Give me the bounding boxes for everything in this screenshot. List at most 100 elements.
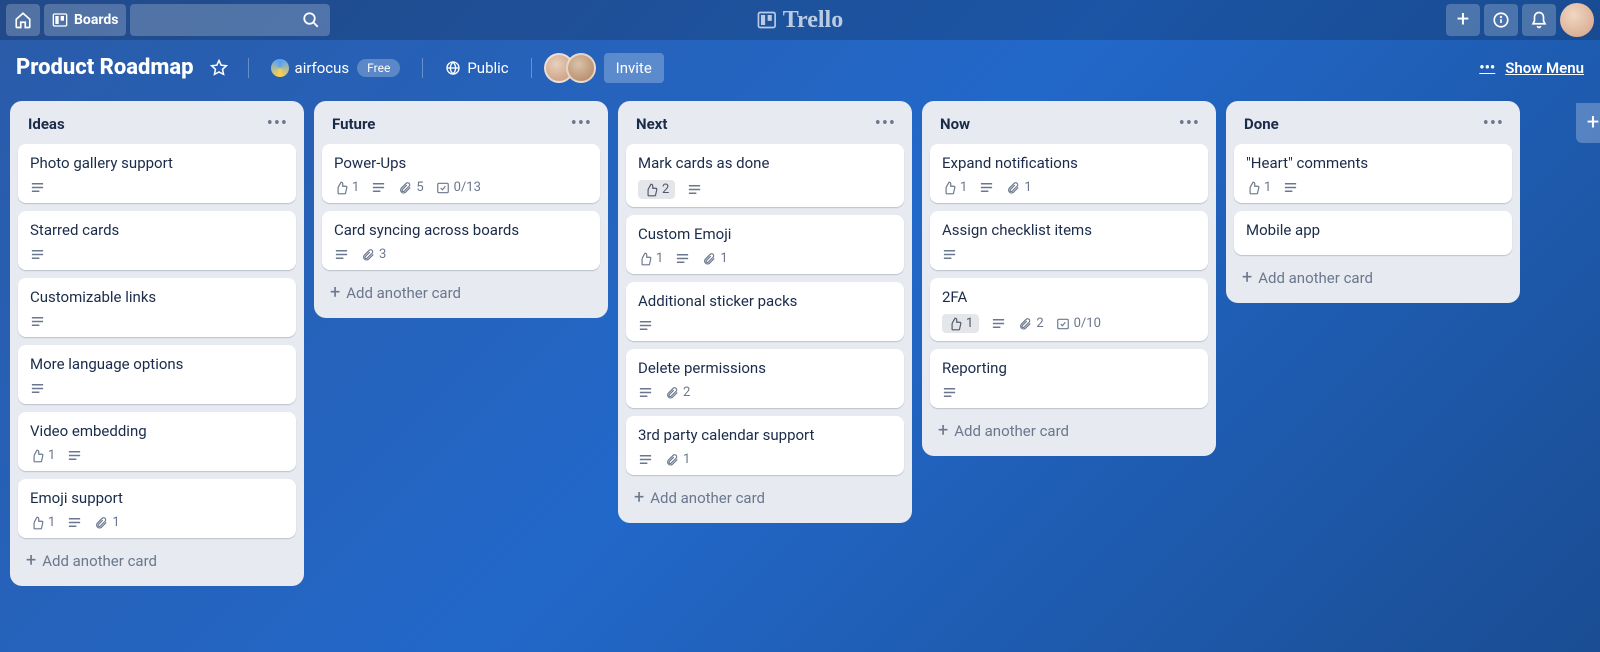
card-badges: 11 (638, 251, 892, 266)
plus-icon: + (938, 422, 948, 440)
bell-icon (1530, 11, 1548, 29)
list-menu-button[interactable]: ••• (267, 113, 288, 134)
badge-vote: 2 (638, 180, 675, 199)
list-menu-button[interactable]: ••• (1179, 113, 1200, 134)
desc-icon (30, 180, 45, 195)
search-input[interactable] (130, 4, 330, 36)
card-title: Reporting (942, 359, 1196, 377)
card[interactable]: Additional sticker packs (626, 282, 904, 341)
badge-desc (30, 381, 45, 396)
notifications-button[interactable] (1522, 4, 1556, 36)
card-title: Starred cards (30, 221, 284, 239)
badge-desc (334, 247, 349, 262)
vote-icon (638, 252, 652, 266)
list: Next•••Mark cards as done2Custom Emoji11… (618, 101, 912, 523)
badge-desc (67, 515, 82, 530)
add-card-button[interactable]: +Add another card (1234, 263, 1512, 293)
list-title[interactable]: Ideas (28, 115, 65, 133)
list-menu-button[interactable]: ••• (875, 113, 896, 134)
badge-value: 1 (352, 180, 359, 195)
card[interactable]: Mobile app (1234, 211, 1512, 255)
card-title: Additional sticker packs (638, 292, 892, 310)
card[interactable]: Mark cards as done2 (626, 144, 904, 207)
badge-desc (30, 314, 45, 329)
topbar-right: + (1446, 3, 1594, 37)
list-title[interactable]: Done (1244, 115, 1279, 133)
list-title[interactable]: Now (940, 115, 970, 133)
add-card-button[interactable]: +Add another card (322, 278, 600, 308)
badge-desc (638, 385, 653, 400)
card[interactable]: Emoji support11 (18, 479, 296, 538)
vote-icon (334, 181, 348, 195)
list-header: Done ••• (1234, 111, 1512, 136)
card[interactable]: Delete permissions 2 (626, 349, 904, 408)
badge-value: 1 (966, 316, 973, 331)
add-card-label: Add another card (1258, 269, 1373, 287)
board-members[interactable] (544, 53, 596, 83)
visibility-button[interactable]: Public (435, 51, 518, 85)
badge-value: 1 (112, 515, 119, 530)
card-badges (30, 381, 284, 396)
badge-value: 1 (1024, 180, 1031, 195)
team-button[interactable]: airfocus Free (261, 51, 411, 85)
badge-desc (67, 448, 82, 463)
card-title: Video embedding (30, 422, 284, 440)
badge-attach: 1 (702, 251, 727, 266)
card[interactable]: Reporting (930, 349, 1208, 408)
desc-icon (1283, 180, 1298, 195)
badge-attach: 3 (361, 247, 386, 262)
desc-icon (638, 452, 653, 467)
star-icon (210, 59, 228, 77)
card[interactable]: Card syncing across boards 3 (322, 211, 600, 270)
badge-vote: 1 (638, 251, 663, 266)
add-card-button[interactable]: +Add another card (18, 546, 296, 576)
add-card-button[interactable]: +Add another card (930, 416, 1208, 446)
info-button[interactable] (1484, 4, 1518, 36)
add-card-button[interactable]: +Add another card (626, 483, 904, 513)
badge-desc (638, 452, 653, 467)
badge-desc (942, 385, 957, 400)
card[interactable]: 2FA120/10 (930, 278, 1208, 341)
home-button[interactable] (6, 4, 40, 36)
card-badges: 1 (1246, 180, 1500, 195)
card[interactable]: Starred cards (18, 211, 296, 270)
user-avatar[interactable] (1560, 3, 1594, 37)
badge-desc (371, 180, 386, 195)
plus-icon: + (26, 552, 36, 570)
vote-icon (30, 449, 44, 463)
board-title[interactable]: Product Roadmap (16, 55, 194, 80)
invite-button[interactable]: Invite (604, 53, 664, 83)
card[interactable]: Assign checklist items (930, 211, 1208, 270)
list-title[interactable]: Next (636, 115, 667, 133)
list-menu-button[interactable]: ••• (1483, 113, 1504, 134)
card[interactable]: Expand notifications11 (930, 144, 1208, 203)
attach-icon (665, 386, 679, 400)
card[interactable]: Power-Ups150/13 (322, 144, 600, 203)
card[interactable]: 3rd party calendar support1 (626, 416, 904, 475)
card[interactable]: More language options (18, 345, 296, 404)
card-badges: 2 (638, 385, 892, 400)
card-title: More language options (30, 355, 284, 373)
card[interactable]: Customizable links (18, 278, 296, 337)
list: Done ••• "Heart" comments 1 Mobile app +Add a… (1226, 101, 1520, 303)
team-icon (271, 59, 289, 77)
add-list-button[interactable]: + (1576, 103, 1600, 143)
card-title: Card syncing across boards (334, 221, 588, 239)
desc-icon (942, 385, 957, 400)
card[interactable]: Photo gallery support (18, 144, 296, 203)
list: Now ••• Expand notifications11 Assign check… (922, 101, 1216, 456)
card-title: "Heart" comments (1246, 154, 1500, 172)
member-avatar[interactable] (566, 53, 596, 83)
list-title[interactable]: Future (332, 115, 375, 133)
star-board-button[interactable] (202, 51, 236, 85)
list-header: Now ••• (930, 111, 1208, 136)
show-menu-button[interactable]: ••• Show Menu (1479, 59, 1584, 77)
create-button[interactable]: + (1446, 4, 1480, 36)
list-menu-button[interactable]: ••• (571, 113, 592, 134)
boards-button[interactable]: Boards (44, 4, 126, 36)
card-title: Delete permissions (638, 359, 892, 377)
card[interactable]: Video embedding1 (18, 412, 296, 471)
card[interactable]: Custom Emoji11 (626, 215, 904, 274)
card-title: Mobile app (1246, 221, 1500, 239)
card[interactable]: "Heart" comments 1 (1234, 144, 1512, 203)
